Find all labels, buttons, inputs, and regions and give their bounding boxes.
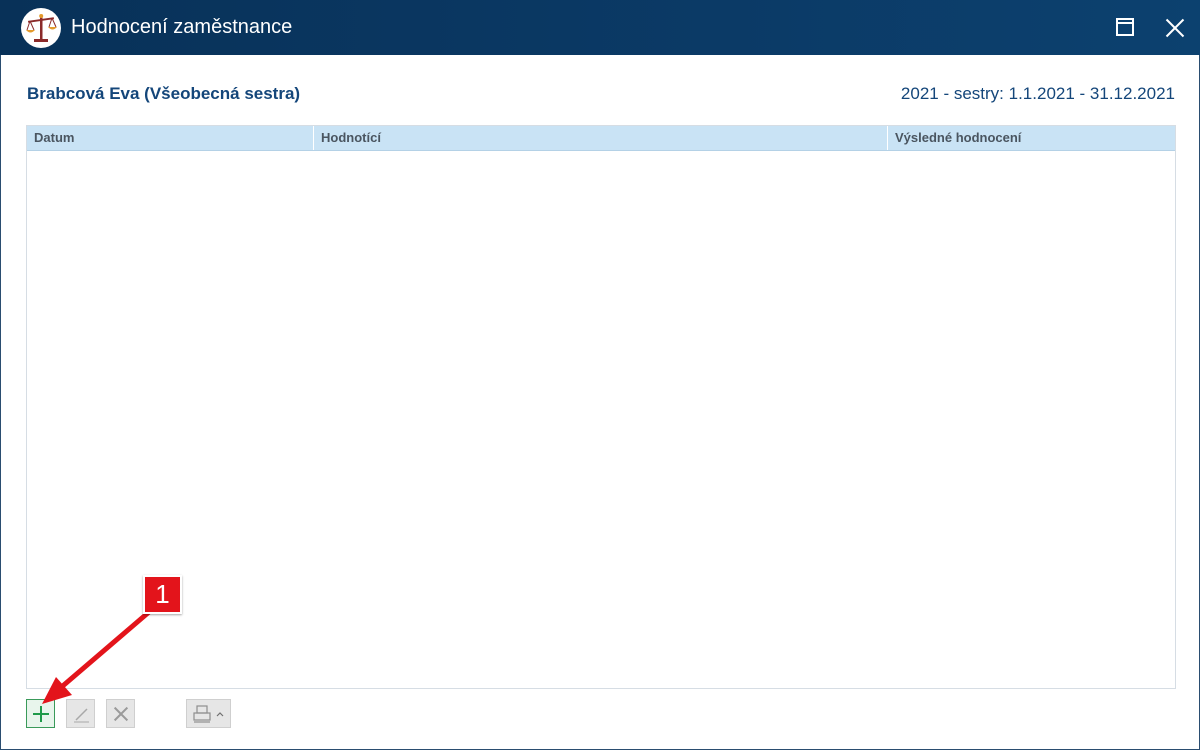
annotation-arrow xyxy=(42,603,159,704)
annotation-callout: 1 xyxy=(143,575,182,614)
